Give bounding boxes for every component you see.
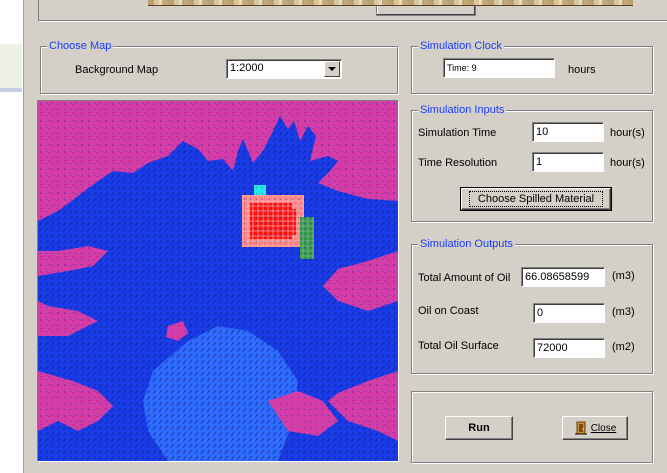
background-map-value: 1:2000 xyxy=(230,62,264,74)
time-resolution-unit: hour(s) xyxy=(610,157,645,169)
simulation-outputs-legend: Simulation Outputs xyxy=(418,237,515,251)
map-grid-dots xyxy=(38,101,398,461)
oil-spill-map[interactable] xyxy=(37,100,399,462)
background-map-label: Background Map xyxy=(75,64,159,76)
run-button[interactable]: Run xyxy=(445,416,513,440)
simulation-clock-time-field: Time: 9 xyxy=(443,58,555,78)
simulation-clock-unit: hours xyxy=(568,64,596,76)
chevron-down-icon xyxy=(328,67,336,71)
parent-window-edge xyxy=(0,0,24,473)
total-surface-unit: (m2) xyxy=(612,341,635,353)
background-map-select[interactable]: 1:2000 xyxy=(226,59,342,79)
background-map-dropdown-button[interactable] xyxy=(324,61,340,77)
parent-window-tint xyxy=(0,44,22,88)
total-oil-value-field: 66.08658599 xyxy=(521,267,605,287)
total-surface-label: Total Oil Surface xyxy=(418,340,499,352)
time-resolution-input[interactable]: 1 xyxy=(532,152,604,172)
close-button-label: Close xyxy=(590,422,617,434)
simulation-clock-legend: Simulation Clock xyxy=(418,39,504,53)
parent-window-bar xyxy=(0,88,22,92)
door-exit-icon xyxy=(574,421,588,435)
simulation-inputs-legend: Simulation Inputs xyxy=(418,103,507,117)
oil-on-coast-label: Oil on Coast xyxy=(418,305,479,317)
simulation-time-unit: hour(s) xyxy=(610,127,645,139)
oil-on-coast-unit: (m3) xyxy=(612,306,635,318)
choose-spilled-material-button[interactable]: Choose Spilled Material xyxy=(460,187,612,211)
dialog-left-margin xyxy=(24,0,38,473)
time-resolution-label: Time Resolution xyxy=(418,157,498,169)
oil-spill-map-canvas[interactable] xyxy=(38,101,398,461)
top-button-stub[interactable] xyxy=(376,6,476,16)
total-oil-label: Total Amount of Oil xyxy=(418,272,511,284)
run-button-label: Run xyxy=(468,422,490,434)
oil-on-coast-value-field: 0 xyxy=(533,303,605,323)
simulation-time-label: Simulation Time xyxy=(418,127,497,139)
close-button[interactable]: Close xyxy=(562,416,628,440)
total-surface-value-field: 72000 xyxy=(533,338,605,358)
total-oil-unit: (m3) xyxy=(612,270,635,282)
choose-spilled-material-label: Choose Spilled Material xyxy=(468,191,604,207)
simulation-time-input[interactable]: 10 xyxy=(532,122,604,142)
choose-map-legend: Choose Map xyxy=(47,39,114,53)
